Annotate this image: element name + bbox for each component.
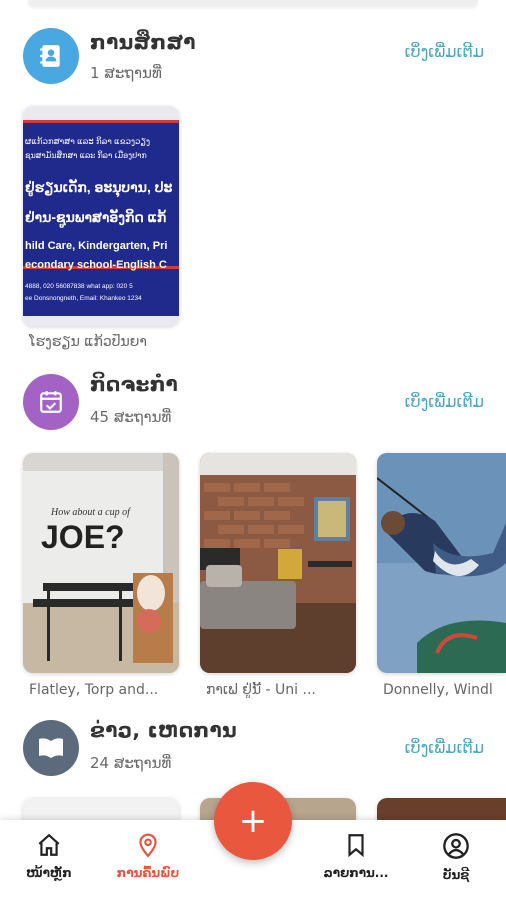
nav-explore-label: ການຄົ້ນພົບ xyxy=(116,866,180,880)
place-card[interactable]: ຜແກ້ວກສາສາ ແລະ ກິລາ ແຂວງວຽງ ຊນສາມັນສຶກສາ… xyxy=(23,106,179,326)
user-circle-icon xyxy=(443,833,469,859)
place-card[interactable] xyxy=(200,453,356,673)
sign-text-line: ຜແກ້ວກສາສາ ແລະ ກິລາ ແຂວງວຽງ xyxy=(25,135,150,147)
nav-saved[interactable]: ລາຍການ... xyxy=(311,832,401,880)
wall-text: JOE? xyxy=(41,519,125,555)
sign-text-line: 4888, 020 56087838 what app: 020 5 xyxy=(25,283,133,290)
map-pin-icon xyxy=(139,833,157,858)
nav-home-label: ໜ້າຫຼັກ xyxy=(26,866,72,880)
sign-text-line: econdary school-English C xyxy=(25,259,167,271)
card-caption: Donnelly, Windl xyxy=(383,682,493,698)
calendar-check-icon xyxy=(23,374,79,430)
place-card[interactable] xyxy=(377,453,506,673)
section-title: ຂ່າວ, ເຫດການ xyxy=(90,718,237,742)
nav-account-label: ບັນຊີ xyxy=(442,868,470,882)
sign-text-line: ee Donsnongneth, Email: Khankeo 1234 xyxy=(25,295,142,302)
card-caption: ໂຮງຮຽນ ແກ້ວປັນຍາ xyxy=(29,334,147,350)
nav-account[interactable]: ບັນຊີ xyxy=(411,832,501,882)
see-more-link[interactable]: ເບິ່ງເພີ່ມເຕີມ xyxy=(405,392,484,411)
home-icon xyxy=(38,833,60,856)
sign-text-line: ຊນສາມັນສຶກສາ ແລະ ກິລາ ເມືອງປາກ xyxy=(25,150,147,160)
top-bar-remnant xyxy=(28,0,478,6)
nav-home[interactable]: ໜ້າຫຼັກ xyxy=(4,832,94,880)
card-caption: Flatley, Torp and... xyxy=(29,682,159,698)
sign-text-line: hild Care, Kindergarten, Pri xyxy=(25,240,167,252)
section-count: 45 ສະຖານທີ່ xyxy=(90,408,172,426)
section-title: ກິດຈະກຳ xyxy=(90,372,179,396)
section-count: 1 ສະຖານທີ່ xyxy=(90,64,162,82)
contact-book-icon xyxy=(23,28,79,84)
wall-text: How about a cup of xyxy=(50,507,131,518)
see-more-link[interactable]: ເບິ່ງເພີ່ມເຕີມ xyxy=(405,42,484,61)
section-header-activities: ກິດຈະກຳ 45 ສະຖານທີ່ ເບິ່ງເພີ່ມເຕີມ xyxy=(0,370,506,440)
see-more-link[interactable]: ເບິ່ງເພີ່ມເຕີມ xyxy=(405,738,484,757)
plus-icon: + xyxy=(238,801,268,841)
card-caption: ກາເຟ ຢູ່ນີ້ - Uni ... xyxy=(206,682,316,698)
place-card[interactable]: How about a cup of JOE? xyxy=(23,453,179,673)
bookmark-icon xyxy=(348,834,364,858)
nav-explore[interactable]: ການຄົ້ນພົບ xyxy=(103,832,193,880)
section-header-news: ຂ່າວ, ເຫດການ 24 ສະຖານທີ່ ເບິ່ງເພີ່ມເຕີມ xyxy=(0,716,506,786)
book-open-icon xyxy=(23,720,79,776)
nav-saved-label: ລາຍການ... xyxy=(323,866,389,880)
add-place-button[interactable]: + xyxy=(214,782,292,860)
section-header-education: ການສຶກສາ 1 ສະຖານທີ່ ເບິ່ງເພີ່ມເຕີມ xyxy=(0,24,506,94)
section-count: 24 ສະຖານທີ່ xyxy=(90,754,172,772)
section-title: ການສຶກສາ xyxy=(90,30,196,54)
